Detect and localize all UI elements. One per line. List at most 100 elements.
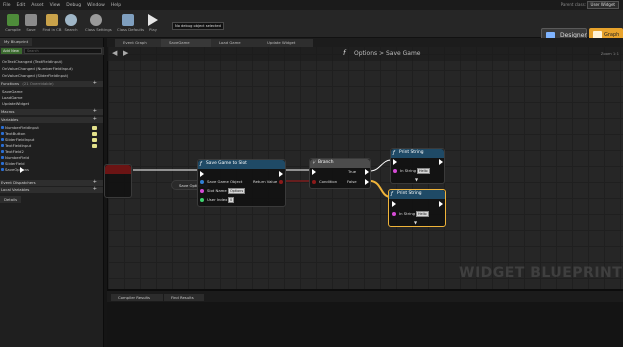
user-index-pin[interactable] [200, 198, 204, 202]
class-defaults-button[interactable]: Class Defaults [117, 14, 144, 36]
false-exec-pin[interactable] [365, 179, 369, 185]
variables-section[interactable]: Variables + [0, 117, 103, 123]
save-button[interactable]: Save [20, 14, 42, 36]
menu-debug[interactable]: Debug [66, 3, 81, 8]
variable-type-icon [1, 126, 4, 129]
visibility-eye-icon[interactable] [92, 144, 97, 148]
event-row[interactable]: OnValueChanged (SliderFieldInput) [2, 73, 68, 78]
function-item[interactable]: SaveGame [2, 89, 23, 94]
print-string-node[interactable]: ƒ Print String In String Hello ▼ [390, 148, 445, 184]
event-row[interactable]: OnValueChanged (NumberFieldInput) [2, 66, 73, 71]
breadcrumb: ◀ ▶ f Options > Save Game Zoom 1:1 [107, 47, 623, 61]
return-value-pin[interactable] [279, 180, 283, 184]
local-variables-section[interactable]: Local Variables + [0, 187, 103, 193]
user-index-field[interactable]: 0 [228, 197, 235, 203]
forward-arrow-icon[interactable]: ▶ [123, 49, 128, 57]
menu-asset[interactable]: Asset [31, 3, 43, 8]
advanced-expand-icon[interactable]: ▼ [415, 177, 418, 182]
variable-item[interactable]: SliderFieldInput [5, 137, 34, 142]
function-item[interactable]: LoadGame [2, 95, 22, 100]
add-variable-icon[interactable]: + [93, 117, 97, 122]
tab-event-graph[interactable]: Event Graph [115, 39, 167, 47]
slot-name-field[interactable]: Options [228, 188, 246, 194]
branch-icon: ⑂ [312, 160, 316, 166]
my-blueprint-tab[interactable]: My Blueprint [0, 38, 33, 46]
event-row[interactable]: OnTextChanged (TextFieldInput) [2, 59, 62, 64]
functions-header: Functions [1, 81, 20, 86]
search-input[interactable]: Search [24, 48, 102, 54]
tab-compiler-results[interactable]: Compiler Results [111, 294, 163, 301]
variable-item[interactable]: SaveOptions [5, 167, 29, 172]
function-icon: ƒ [391, 191, 393, 197]
menu-edit[interactable]: Edit [17, 3, 26, 8]
folder-icon [46, 14, 58, 26]
class-settings-button[interactable]: Class Settings [85, 14, 112, 36]
in-string-pin[interactable] [393, 169, 397, 173]
in-string-pin[interactable] [392, 212, 396, 216]
variable-item[interactable]: TextButton [5, 131, 25, 136]
macros-header: Macros [1, 109, 15, 114]
visibility-eye-icon[interactable] [92, 132, 97, 136]
condition-pin[interactable] [312, 180, 316, 184]
exec-out-pin[interactable] [439, 159, 443, 165]
branch-node[interactable]: ⑂ Branch Condition True False [309, 158, 371, 189]
widget-blueprint-watermark: WIDGET BLUEPRINT [459, 265, 623, 281]
play-label: Play [149, 27, 157, 32]
add-local-variable-icon[interactable]: + [93, 187, 97, 192]
true-exec-pin[interactable] [365, 169, 369, 175]
event-dispatchers-section[interactable]: Event Dispatchers + [0, 180, 103, 186]
search-button[interactable]: Search [60, 14, 82, 36]
exec-in-pin[interactable] [392, 201, 396, 207]
visibility-eye-icon[interactable] [92, 138, 97, 142]
add-new-button[interactable]: Add New [1, 48, 22, 54]
slot-name-pin[interactable] [200, 189, 204, 193]
node-title: Save Game to Slot [206, 161, 247, 166]
exec-out-pin[interactable] [279, 171, 283, 177]
menu-file[interactable]: File [3, 3, 11, 8]
exec-in-pin[interactable] [312, 169, 316, 175]
exec-in-pin[interactable] [200, 171, 204, 177]
tab-find-results[interactable]: Find Results [164, 294, 204, 301]
tab-load-game[interactable]: Load Game [211, 39, 263, 47]
back-arrow-icon[interactable]: ◀ [112, 49, 117, 57]
functions-section[interactable]: Functions (21 Overridable) + [0, 81, 103, 87]
save-game-to-slot-node[interactable]: ƒ Save Game to Slot Save Game Object Slo… [197, 159, 286, 207]
in-string-field[interactable]: Hello [417, 168, 430, 174]
debug-object-select[interactable]: No debug object selected [172, 22, 224, 30]
menu-view[interactable]: View [50, 3, 61, 8]
function-icon: f [343, 49, 346, 57]
variable-item[interactable]: SliderField [5, 161, 25, 166]
exec-out-pin[interactable] [439, 201, 443, 207]
function-item[interactable]: UpdateWidget [2, 101, 29, 106]
exec-in-pin[interactable] [393, 159, 397, 165]
variable-item[interactable]: TextField2 [5, 149, 24, 154]
variable-item[interactable]: NumberField [5, 155, 29, 160]
exec-out-pin[interactable] [20, 167, 24, 173]
add-dispatcher-icon[interactable]: + [93, 180, 97, 185]
event-node-header [105, 165, 131, 174]
menu-window[interactable]: Window [87, 3, 105, 8]
play-icon [148, 14, 158, 26]
add-function-icon[interactable]: + [93, 81, 97, 86]
tab-update-widget[interactable]: Update Widget [259, 39, 313, 47]
print-string-node-selected[interactable]: ƒ Print String In String Hello ▼ [388, 189, 446, 227]
advanced-expand-icon[interactable]: ▼ [414, 220, 417, 225]
macros-section[interactable]: Macros + [0, 109, 103, 115]
class-settings-label: Class Settings [85, 27, 112, 32]
save-game-object-pin[interactable] [200, 180, 204, 184]
in-string-field[interactable]: Hello [416, 211, 429, 217]
details-tab[interactable]: Details [0, 196, 22, 203]
condition-label: Condition [319, 179, 338, 184]
tab-save-game[interactable]: SaveGame [161, 39, 215, 47]
parent-class-value[interactable]: User Widget [586, 1, 619, 9]
variable-item[interactable]: NumberFieldInput [5, 125, 39, 130]
visibility-eye-icon[interactable] [92, 126, 97, 130]
play-button[interactable]: Play [142, 14, 164, 36]
parent-class-label: Parent class: [560, 2, 586, 7]
event-node[interactable] [20, 164, 132, 198]
variable-item[interactable]: TextFieldInput [5, 143, 31, 148]
add-macro-icon[interactable]: + [93, 109, 97, 114]
menu-help[interactable]: Help [111, 3, 121, 8]
gear-icon [90, 14, 102, 26]
user-index-label: User Index [207, 197, 228, 202]
